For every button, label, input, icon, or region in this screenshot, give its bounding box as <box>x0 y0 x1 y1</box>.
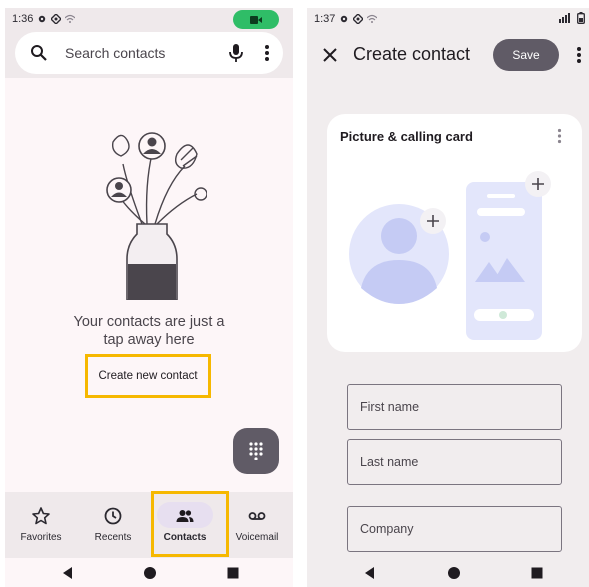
page-title: Create contact <box>353 44 471 64</box>
empty-state-line-1: Your contacts are just a <box>73 314 225 330</box>
voicemail-icon <box>248 512 266 520</box>
nav-favorites[interactable]: Favorites <box>5 492 77 558</box>
more-options-icon[interactable] <box>576 45 582 65</box>
system-navigation-bar <box>307 560 589 587</box>
search-bar[interactable]: Search contacts <box>15 32 283 74</box>
search-icon[interactable] <box>30 44 48 62</box>
nav-voicemail[interactable]: Voicemail <box>221 492 293 558</box>
location-status-icon <box>353 14 364 24</box>
dialpad-button[interactable] <box>233 428 279 474</box>
empty-state-line-2: tap away here <box>103 332 195 348</box>
star-icon <box>32 507 50 525</box>
back-icon[interactable] <box>61 566 75 580</box>
home-icon[interactable] <box>143 566 157 580</box>
nav-label: Voicemail <box>235 532 279 543</box>
first-name-placeholder: First name <box>360 400 420 414</box>
card-title: Picture & calling card <box>340 129 473 144</box>
recents-apps-icon[interactable] <box>226 566 240 580</box>
picture-calling-card[interactable]: Picture & calling card <box>327 114 582 352</box>
recents-apps-icon[interactable] <box>530 566 544 580</box>
status-bar: 1:37 <box>307 8 589 30</box>
settings-status-icon <box>341 15 348 23</box>
create-new-contact-button[interactable]: Create new contact <box>85 354 211 398</box>
system-navigation-bar <box>5 560 293 587</box>
wifi-status-icon <box>367 14 378 23</box>
more-options-icon[interactable] <box>264 43 270 63</box>
status-time: 1:37 <box>314 13 336 25</box>
contacts-screen: 1:36 Search contacts Your contacts are j… <box>5 8 293 587</box>
home-icon[interactable] <box>447 566 461 580</box>
company-placeholder: Company <box>360 522 414 536</box>
clock-icon <box>104 507 122 525</box>
signal-icon <box>559 13 570 23</box>
nav-recents[interactable]: Recents <box>77 492 149 558</box>
last-name-placeholder: Last name <box>360 455 419 469</box>
company-field[interactable]: Company <box>347 506 562 552</box>
create-contact-screen: 1:37 Create contact Save Picture & calli… <box>307 8 589 587</box>
save-button[interactable]: Save <box>493 39 559 71</box>
settings-status-icon <box>39 15 46 23</box>
contacts-tab-highlight <box>151 491 229 557</box>
microphone-icon[interactable] <box>227 43 245 63</box>
nav-label: Recents <box>94 532 132 543</box>
battery-icon <box>577 12 585 24</box>
nav-label: Favorites <box>20 532 62 543</box>
wifi-status-icon <box>65 14 76 23</box>
screen-record-indicator[interactable] <box>233 10 279 29</box>
empty-contacts-illustration <box>106 132 207 300</box>
bottom-navigation: Favorites Recents Contacts Voicemail <box>5 492 293 558</box>
video-camera-icon <box>250 15 262 24</box>
location-status-icon <box>51 14 62 24</box>
dialpad-icon <box>249 442 263 460</box>
first-name-field[interactable]: First name <box>347 384 562 430</box>
last-name-field[interactable]: Last name <box>347 439 562 485</box>
search-input[interactable]: Search contacts <box>65 45 165 61</box>
status-bar: 1:36 <box>5 8 293 30</box>
calling-card-illustration <box>349 171 551 340</box>
back-icon[interactable] <box>363 566 377 580</box>
card-more-options-icon[interactable] <box>557 128 562 144</box>
close-icon[interactable] <box>323 48 337 62</box>
status-time: 1:36 <box>12 13 34 25</box>
empty-state-message: Your contacts are just a tap away here <box>49 313 249 349</box>
